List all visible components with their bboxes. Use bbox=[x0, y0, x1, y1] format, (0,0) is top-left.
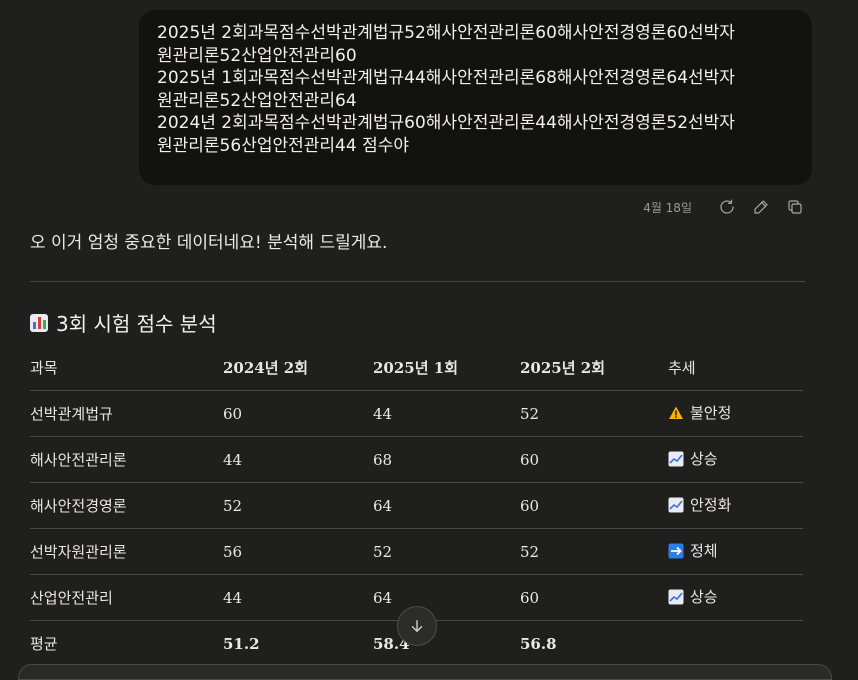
table-row: 해사안전관리론 44 68 60 상승 bbox=[30, 436, 803, 483]
copy-icon bbox=[788, 200, 802, 214]
section-heading: 3회 시험 점수 분석 bbox=[30, 308, 217, 337]
assistant-intro: 오 이거 엄청 중요한 데이터네요! 분석해 드릴게요. bbox=[30, 233, 388, 253]
subject-cell: 해사안전관리론 bbox=[30, 436, 223, 483]
header-trend: 추세 bbox=[668, 345, 803, 391]
chart-increasing-emoji bbox=[668, 497, 684, 513]
score-cell: 52 bbox=[520, 528, 668, 575]
header-subject: 과목 bbox=[30, 345, 223, 391]
score-cell: 56 bbox=[223, 528, 373, 575]
average-cell: 51.2 bbox=[223, 634, 260, 653]
table-header-row: 과목 2024년 2회 2025년 1회 2025년 2회 추세 bbox=[30, 345, 803, 391]
right-arrow-emoji bbox=[668, 543, 684, 559]
score-cell: 52 bbox=[520, 390, 668, 437]
table-row: 선박자원관리론 56 52 52 정체 bbox=[30, 528, 803, 575]
edit-button[interactable] bbox=[744, 196, 778, 218]
arrow-down-icon bbox=[411, 620, 423, 632]
header-2025-2: 2025년 2회 bbox=[520, 345, 668, 391]
score-cell: 52 bbox=[373, 528, 520, 575]
average-cell: 56.8 bbox=[520, 634, 557, 653]
header-2025-1: 2025년 1회 bbox=[373, 345, 520, 391]
section-title: 3회 시험 점수 분석 bbox=[56, 312, 217, 336]
message-date: 4월 18일 bbox=[643, 200, 692, 215]
warning-emoji bbox=[669, 406, 683, 419]
pencil-icon bbox=[754, 200, 768, 214]
trend-cell: 안정화 bbox=[668, 482, 803, 529]
table-row: 해사안전경영론 52 64 60 안정화 bbox=[30, 482, 803, 529]
score-cell: 44 bbox=[223, 574, 373, 621]
message-meta: 4월 18일 bbox=[643, 196, 812, 218]
user-message-line: 2025년 1회과목점수선박관계법규44해사안전관리론68해사안전경영론64선박… bbox=[157, 68, 735, 88]
subject-cell: 해사안전경영론 bbox=[30, 482, 223, 529]
table-row: 선박관계법규 60 44 52 불안정 bbox=[30, 390, 803, 437]
user-message-line: 2024년 2회과목점수선박관계법규60해사안전관리론44해사안전경영론52선박… bbox=[157, 113, 735, 133]
bar-chart-emoji bbox=[30, 313, 48, 332]
trend-label: 상승 bbox=[690, 450, 718, 469]
user-message-line: 원관리론52산업안전관리60 bbox=[157, 45, 357, 66]
user-message-line: 2025년 2회과목점수선박관계법규52해사안전관리론60해사안전경영론60선박… bbox=[157, 23, 735, 43]
retry-button[interactable] bbox=[710, 196, 744, 218]
trend-label: 정체 bbox=[690, 542, 718, 561]
score-cell: 64 bbox=[373, 574, 520, 621]
subject-cell: 선박자원관리론 bbox=[30, 528, 223, 575]
scroll-to-bottom-button[interactable] bbox=[397, 606, 437, 646]
score-cell: 44 bbox=[373, 390, 520, 437]
trend-cell: 상승 bbox=[668, 574, 803, 621]
chart-increasing-emoji bbox=[668, 589, 684, 605]
score-cell: 60 bbox=[520, 574, 668, 621]
trend-cell: 정체 bbox=[668, 528, 803, 575]
trend-label: 안정화 bbox=[690, 496, 732, 515]
subject-cell: 산업안전관리 bbox=[30, 574, 223, 621]
copy-button[interactable] bbox=[778, 196, 812, 218]
retry-icon bbox=[720, 199, 734, 214]
trend-cell: 상승 bbox=[668, 436, 803, 483]
score-cell: 60 bbox=[223, 390, 373, 437]
average-cell: 58.4 bbox=[373, 634, 410, 653]
score-cell: 68 bbox=[373, 436, 520, 483]
chart-increasing-emoji bbox=[668, 451, 684, 467]
trend-label: 불안정 bbox=[690, 404, 732, 423]
trend-label: 상승 bbox=[690, 588, 718, 607]
score-cell: 44 bbox=[223, 436, 373, 483]
score-cell: 60 bbox=[520, 436, 668, 483]
average-label: 평균 bbox=[30, 635, 58, 653]
score-cell: 52 bbox=[223, 482, 373, 529]
user-message-line: 원관리론52산업안전관리64 bbox=[157, 90, 357, 111]
trend-cell: 불안정 bbox=[668, 390, 803, 437]
user-message-bubble: 2025년 2회과목점수선박관계법규52해사안전관리론60해사안전경영론60선박… bbox=[139, 10, 812, 185]
header-2024-2: 2024년 2회 bbox=[223, 345, 373, 391]
message-composer[interactable] bbox=[18, 664, 832, 680]
score-cell: 64 bbox=[373, 482, 520, 529]
divider bbox=[30, 281, 805, 282]
average-trend-cell bbox=[668, 621, 803, 667]
subject-cell: 선박관계법규 bbox=[30, 390, 223, 437]
score-cell: 60 bbox=[520, 482, 668, 529]
user-message-line: 원관리론56산업안전관리44 점수야 bbox=[157, 135, 409, 156]
